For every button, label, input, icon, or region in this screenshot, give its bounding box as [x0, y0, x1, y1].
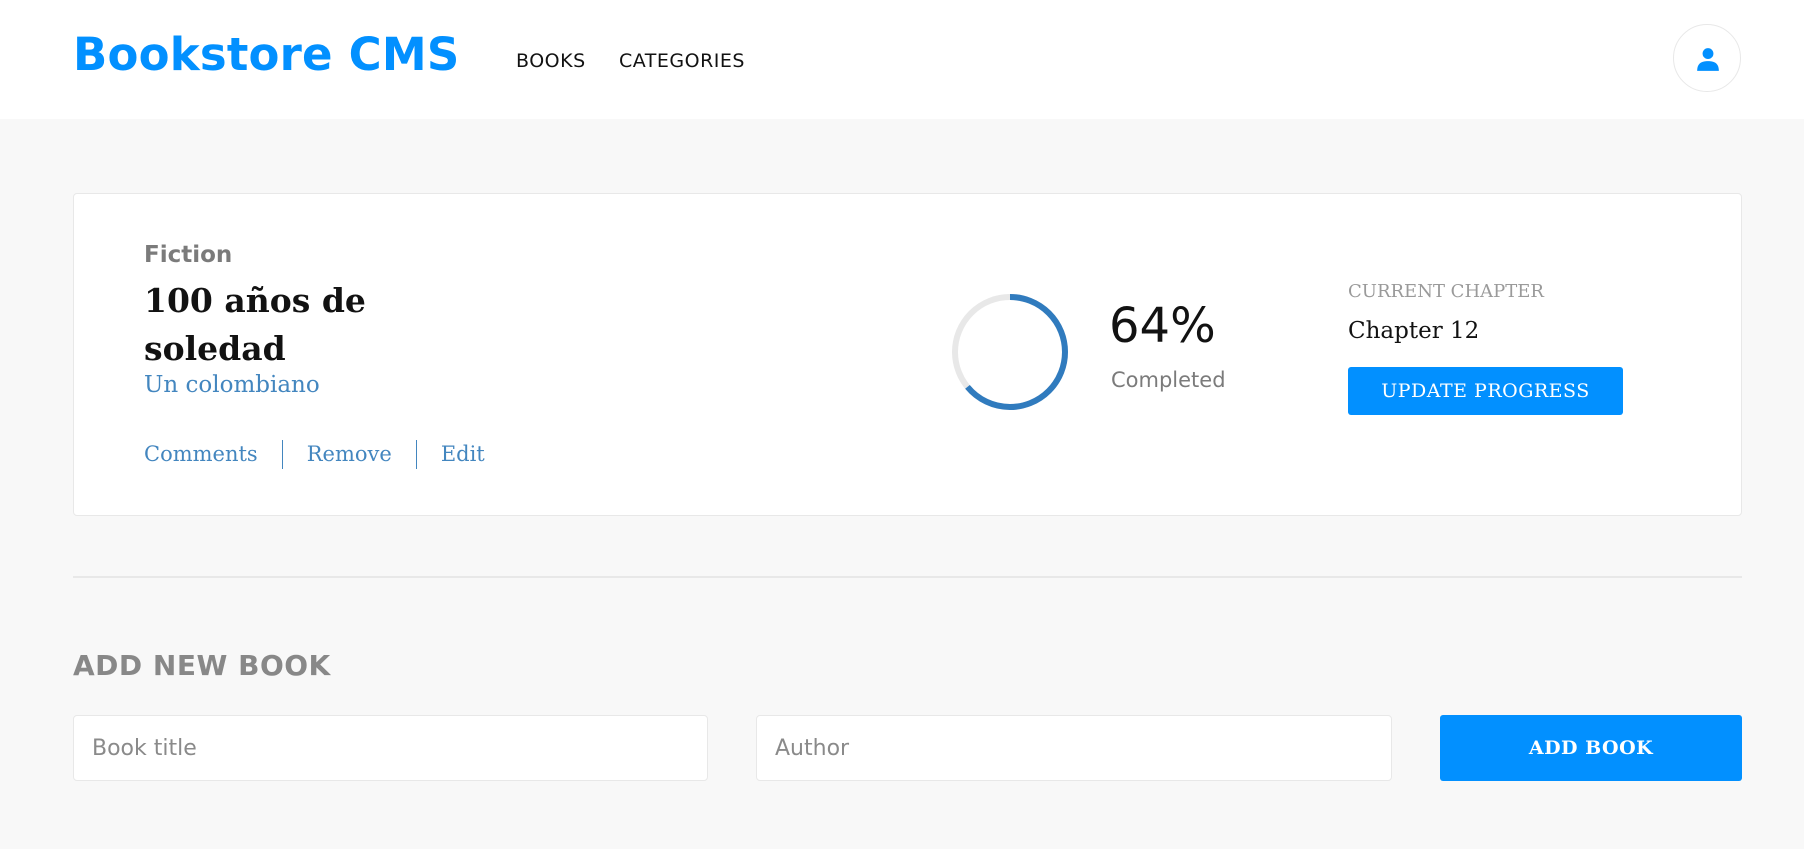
book-title: 100 años de soledad: [144, 281, 366, 368]
form-title: ADD NEW BOOK: [73, 649, 331, 682]
book-genre: Fiction: [144, 242, 233, 268]
comments-button[interactable]: Comments: [144, 442, 258, 466]
action-divider: [281, 439, 283, 469]
progress-completed-label: Completed: [1111, 368, 1226, 392]
page-header: Bookstore CMS BOOKS CATEGORIES: [0, 0, 1804, 119]
add-book-button[interactable]: ADD BOOK: [1440, 715, 1742, 781]
app-logo[interactable]: Bookstore CMS: [73, 28, 459, 81]
user-icon: [1697, 48, 1719, 71]
edit-button[interactable]: Edit: [441, 442, 485, 466]
progress-ring: [952, 294, 1068, 410]
book-actions: Comments Remove Edit: [144, 439, 485, 469]
book-author[interactable]: Un colombiano: [144, 372, 320, 398]
book-card: Fiction 100 años de soledad Un colombian…: [73, 193, 1742, 516]
author-input[interactable]: [756, 715, 1392, 781]
current-chapter-value: Chapter 12: [1348, 318, 1480, 344]
nav-link-categories[interactable]: CATEGORIES: [619, 50, 745, 72]
user-avatar-button[interactable]: [1673, 24, 1741, 92]
remove-button[interactable]: Remove: [307, 442, 392, 466]
progress-percent: 64%: [1109, 298, 1216, 354]
section-divider: [73, 576, 1742, 578]
nav-link-books[interactable]: BOOKS: [516, 50, 586, 72]
update-progress-button[interactable]: UPDATE PROGRESS: [1348, 367, 1623, 415]
action-divider: [415, 439, 417, 469]
book-title-input[interactable]: [73, 715, 708, 781]
current-chapter-label: CURRENT CHAPTER: [1348, 281, 1544, 302]
